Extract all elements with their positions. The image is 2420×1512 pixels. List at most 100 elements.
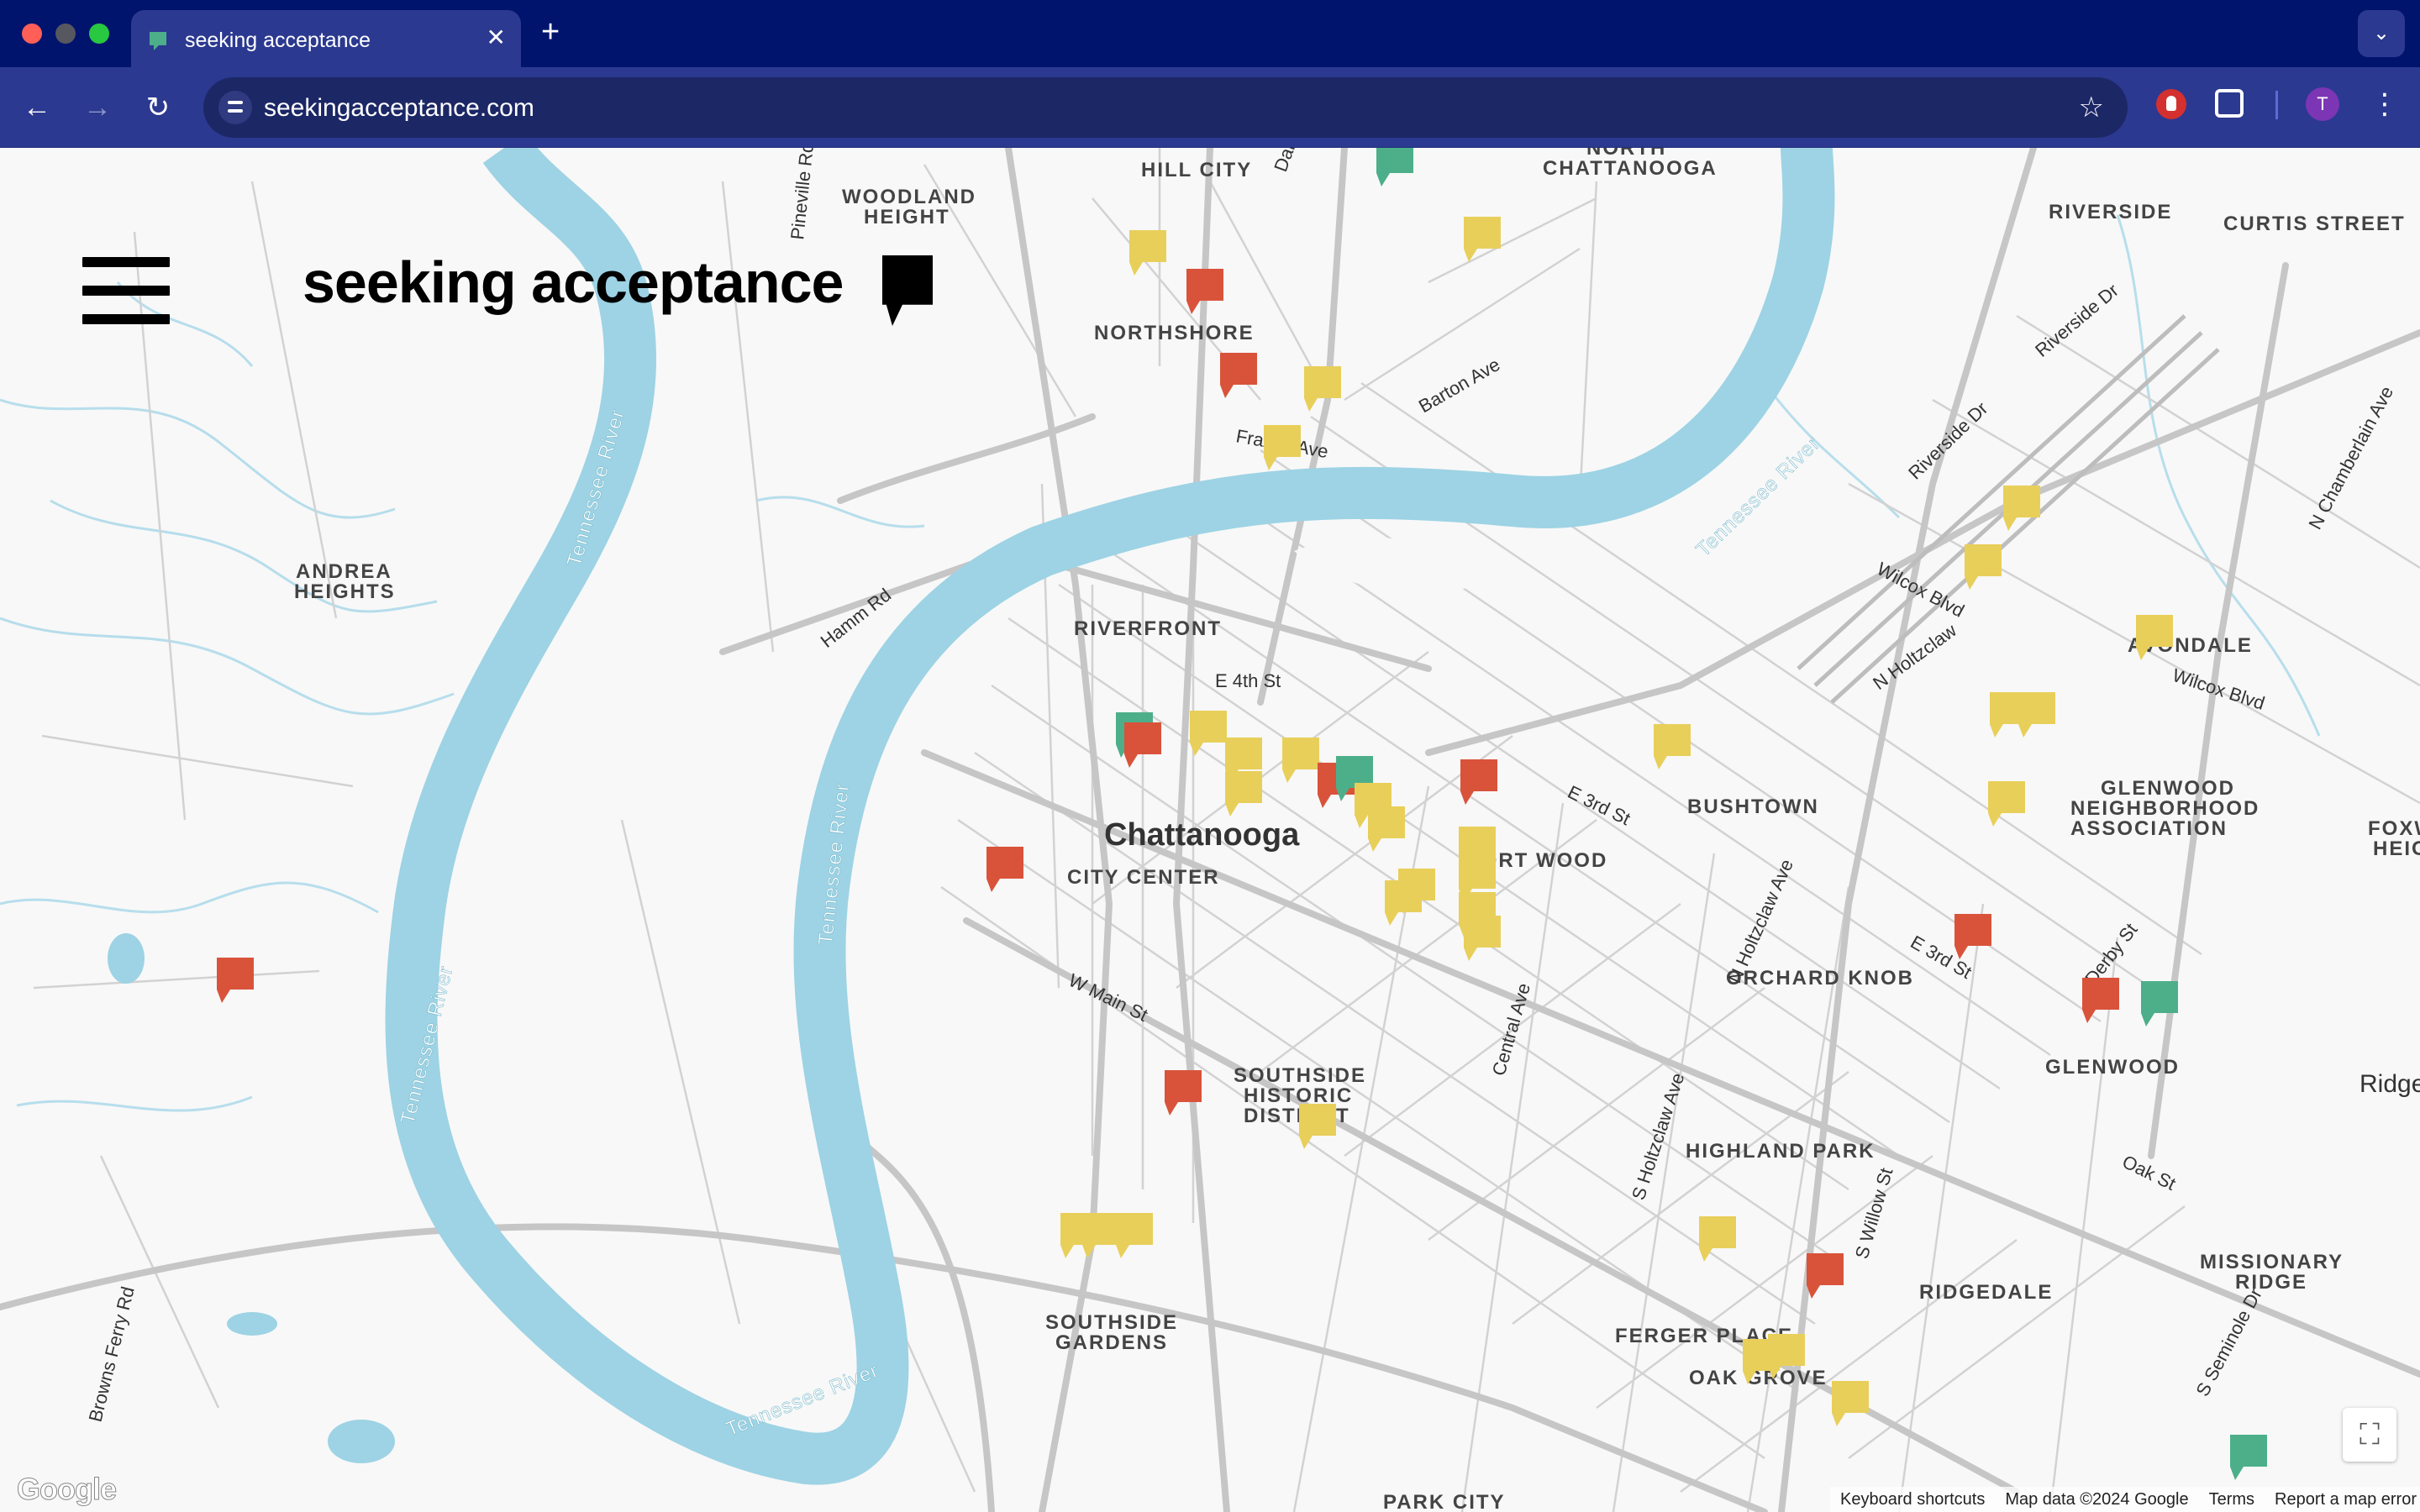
- maclellan-island: [1294, 537, 1479, 593]
- road-label: Dall: [1270, 148, 1300, 175]
- keyboard-shortcuts-link[interactable]: Keyboard shortcuts: [1840, 1490, 1985, 1509]
- fullscreen-button[interactable]: ⛶: [2343, 1408, 2396, 1462]
- bookmark-star-icon[interactable]: ☆: [2079, 91, 2104, 124]
- red-map-marker[interactable]: [217, 958, 254, 1003]
- road-label: Riverside Dr: [1904, 398, 1991, 484]
- road-label: Browns Ferry Rd: [85, 1284, 139, 1424]
- red-map-marker[interactable]: [1807, 1253, 1844, 1299]
- map-base: HILL CITY WOODLAND HEIGHT NORTH CHATTANO…: [0, 148, 2420, 1512]
- hamburger-line: [82, 314, 170, 324]
- map-attribution: Keyboard shortcuts Map data ©2024 Google…: [1830, 1487, 2420, 1512]
- red-map-marker[interactable]: [986, 847, 1023, 892]
- forward-button[interactable]: →: [77, 87, 118, 128]
- green-map-marker[interactable]: [1376, 148, 1413, 186]
- map-label: PARK CITY: [1383, 1491, 1506, 1512]
- back-button[interactable]: ←: [17, 87, 57, 128]
- yellow-map-marker[interactable]: [1988, 781, 2025, 827]
- map-label: ASSOCIATION: [2070, 817, 2228, 840]
- map-label: MISSIONARY: [2200, 1251, 2344, 1273]
- map-label: HISTORIC: [1244, 1084, 1353, 1107]
- yellow-map-marker[interactable]: [1190, 711, 1227, 756]
- new-tab-button[interactable]: +: [541, 15, 560, 49]
- map-label: NEIGHBORHOOD: [2070, 797, 2260, 820]
- map-label: HIGHLAND PARK: [1686, 1140, 1876, 1163]
- map-label: Chattanooga: [1104, 817, 1300, 853]
- menu-hamburger-button[interactable]: [82, 257, 170, 324]
- extension-stop-icon[interactable]: [2156, 89, 2186, 119]
- road-label: Barton Ave: [1415, 354, 1503, 417]
- map-label: RIVERFRONT: [1074, 617, 1222, 640]
- url-text[interactable]: seekingacceptance.com: [264, 94, 534, 123]
- browser-tab-active[interactable]: seeking acceptance ✕: [131, 10, 521, 67]
- tab-search-button[interactable]: ⌄: [2358, 10, 2405, 57]
- reload-button[interactable]: ↻: [138, 87, 178, 128]
- map-label: NORTHSHORE: [1094, 322, 1255, 344]
- yellow-map-marker[interactable]: [1832, 1381, 1869, 1426]
- yellow-map-marker[interactable]: [1116, 1213, 1153, 1258]
- red-map-marker[interactable]: [1460, 759, 1497, 805]
- green-map-marker[interactable]: [2230, 1435, 2267, 1480]
- map-label: SOUTHSIDE: [1045, 1311, 1178, 1334]
- red-map-marker[interactable]: [2082, 978, 2119, 1023]
- road-label: Pineville Rd: [786, 148, 818, 241]
- site-title[interactable]: seeking acceptance: [302, 249, 844, 316]
- browser-menu-icon[interactable]: ⋮: [2370, 89, 2400, 119]
- address-bar[interactable]: seekingacceptance.com ☆: [203, 77, 2128, 138]
- yellow-map-marker[interactable]: [1304, 366, 1341, 412]
- red-map-marker[interactable]: [1954, 914, 1991, 959]
- yellow-map-marker[interactable]: [1129, 230, 1166, 276]
- yellow-map-marker[interactable]: [1299, 1104, 1336, 1149]
- map-canvas[interactable]: HILL CITY WOODLAND HEIGHT NORTH CHATTANO…: [0, 148, 2420, 1512]
- yellow-map-marker[interactable]: [2018, 692, 2055, 738]
- window-maximize-button[interactable]: [89, 24, 109, 44]
- map-label: FOXW: [2368, 817, 2420, 840]
- yellow-map-marker[interactable]: [1654, 724, 1691, 769]
- yellow-map-marker[interactable]: [1699, 1216, 1736, 1262]
- tab-close-icon[interactable]: ✕: [487, 25, 506, 50]
- map-label: GARDENS: [1055, 1331, 1168, 1354]
- road-label: S Holtzclaw Ave: [1628, 1070, 1688, 1202]
- map-label: HEIG: [2373, 837, 2420, 860]
- terms-link[interactable]: Terms: [2209, 1490, 2254, 1509]
- browser-toolbar: ← → ↻ seekingacceptance.com ☆ T ⋮: [0, 67, 2420, 148]
- window-minimize-button[interactable]: [55, 24, 76, 44]
- map-label: WOODLAND: [842, 186, 976, 208]
- yellow-map-marker[interactable]: [1282, 738, 1319, 783]
- road-label: S Willow St: [1851, 1166, 1897, 1262]
- road-label: Central Ave: [1488, 981, 1534, 1079]
- map-label: HILL CITY: [1141, 159, 1252, 181]
- map-label: ANDREA: [296, 560, 392, 583]
- map-label: CITY CENTER: [1067, 866, 1220, 889]
- map-label: HEIGHT: [864, 206, 950, 228]
- google-logo: Google: [17, 1472, 118, 1507]
- tab-title: seeking acceptance: [185, 29, 371, 52]
- road-label: Riverside Dr: [2031, 280, 2123, 361]
- map-label: ORCHARD KNOB: [1726, 967, 1914, 990]
- road-label: E 3rd St: [1565, 781, 1634, 829]
- road-label: S Seminole Dr: [2191, 1284, 2266, 1399]
- yellow-map-marker[interactable]: [1225, 771, 1262, 816]
- red-map-marker[interactable]: [1220, 353, 1257, 398]
- map-label: Ridge: [2360, 1070, 2420, 1098]
- yellow-map-marker[interactable]: [1464, 916, 1501, 961]
- window-close-button[interactable]: [22, 24, 42, 44]
- report-error-link[interactable]: Report a map error: [2275, 1490, 2417, 1509]
- yellow-map-marker[interactable]: [1264, 425, 1301, 470]
- map-label: CHATTANOOGA: [1543, 157, 1718, 180]
- map-label: HEIGHTS: [294, 580, 396, 603]
- yellow-map-marker[interactable]: [1368, 806, 1405, 852]
- map-label: RIVERSIDE: [2049, 201, 2172, 223]
- map-label: GLENWOOD: [2045, 1056, 2180, 1079]
- yellow-map-marker[interactable]: [2003, 486, 2040, 531]
- yellow-map-marker[interactable]: [1965, 544, 2002, 590]
- profile-avatar[interactable]: T: [2306, 87, 2339, 121]
- extensions-puzzle-icon[interactable]: [2215, 89, 2244, 118]
- map-label: GLENWOOD: [2101, 777, 2235, 800]
- site-info-icon[interactable]: [218, 91, 252, 124]
- favicon-icon: [150, 32, 166, 50]
- hamburger-line: [82, 257, 170, 267]
- map-label: RIDGEDALE: [1919, 1281, 2053, 1304]
- yellow-map-marker[interactable]: [1082, 1213, 1119, 1258]
- hamburger-line: [82, 286, 170, 296]
- map-data-text: Map data ©2024 Google: [2005, 1489, 2189, 1509]
